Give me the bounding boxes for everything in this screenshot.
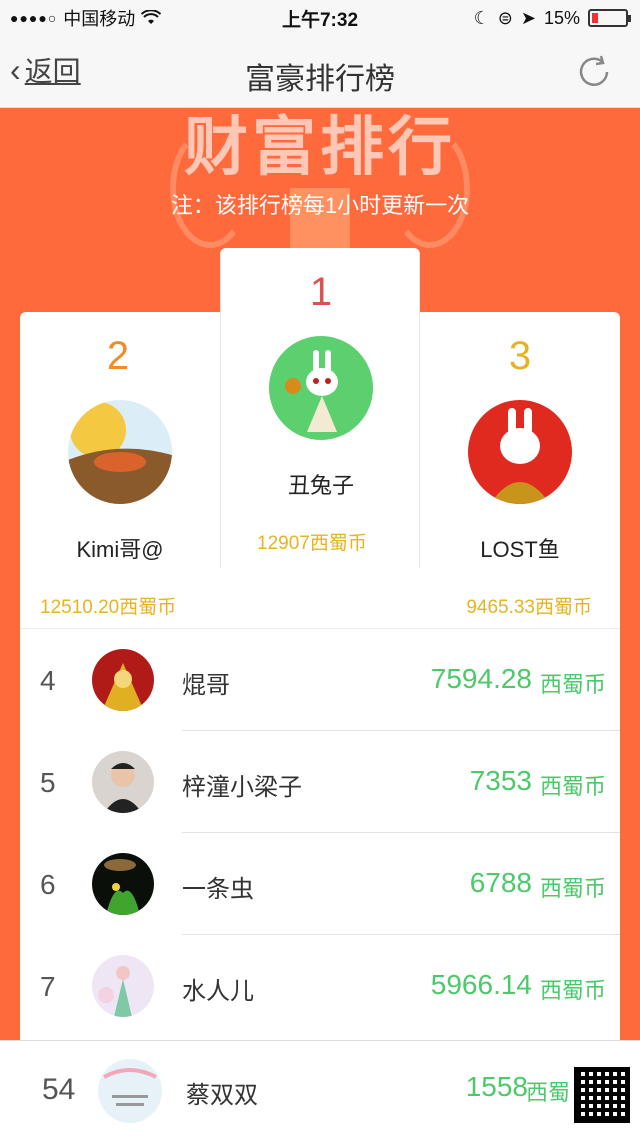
list-item[interactable]: 5 梓潼小梁子 7353 西蜀币 <box>20 731 620 833</box>
ranking-list: 4 焜哥 7594.28 西蜀币 5 梓潼小梁子 7353 西蜀币 6 一条虫 … <box>20 628 620 1048</box>
avatar <box>92 955 154 1017</box>
rank-1-number: 1 <box>309 270 333 314</box>
rotation-lock-icon: ⊜ <box>497 7 513 28</box>
name-rank-3: LOST鱼 <box>480 537 560 562</box>
qr-code-icon <box>574 1067 630 1123</box>
coins-rank-3: 9465.33西蜀币 <box>466 597 592 618</box>
avatar <box>92 751 154 813</box>
rank-number: 5 <box>40 767 56 798</box>
coin-currency: 西蜀币 <box>539 672 606 697</box>
avatar-rank-1[interactable] <box>269 336 373 440</box>
list-item[interactable]: 7 水人儿 5966.14 西蜀币 <box>20 935 620 1037</box>
avatar <box>92 853 154 915</box>
rank-2-number: 2 <box>106 334 130 378</box>
user-name: 水人儿 <box>182 978 254 1005</box>
coin-currency: 西蜀币 <box>539 774 606 799</box>
page-title: 富豪排行榜 <box>245 63 395 96</box>
user-name: 梓潼小梁子 <box>182 774 302 801</box>
coin-currency: 西蜀币 <box>539 876 606 901</box>
nav-bar: ‹ 返回 富豪排行榜 <box>0 36 640 108</box>
status-bar: ●●●●○ 中国移动 上午7:32 ☾ ⊜ ➤ 15% <box>0 0 640 36</box>
coin-value: 7353 <box>469 765 532 796</box>
coin-value: 7594.28 <box>430 663 532 694</box>
list-item[interactable]: 4 焜哥 7594.28 西蜀币 <box>20 629 620 731</box>
name-rank-1: 丑兔子 <box>287 473 354 498</box>
avatar-rank-3[interactable] <box>468 400 572 504</box>
moon-icon: ☾ <box>473 7 490 28</box>
my-avatar <box>98 1059 162 1123</box>
coins-rank-1: 12907西蜀币 <box>257 533 367 554</box>
my-name: 蔡双双 <box>186 1082 258 1109</box>
my-coin-currency: 西蜀 <box>525 1080 570 1105</box>
battery-icon <box>588 9 631 27</box>
coin-value: 5966.14 <box>430 969 532 1000</box>
first-place-card: 1 丑兔子 12907西蜀币 <box>220 248 420 568</box>
coins-rank-2: 12510.20西蜀币 <box>40 597 177 618</box>
list-item[interactable]: 6 一条虫 6788 西蜀币 <box>20 833 620 935</box>
rank-number: 4 <box>40 665 56 696</box>
avatar-rank-2[interactable] <box>68 400 172 504</box>
refresh-icon[interactable] <box>574 52 614 92</box>
rank-3-number: 3 <box>508 334 532 378</box>
rank-number: 6 <box>40 869 56 900</box>
location-icon: ➤ <box>520 7 536 28</box>
user-name: 焜哥 <box>182 672 230 699</box>
battery-percent: 15% <box>543 7 580 28</box>
my-rank-number: 54 <box>42 1073 76 1106</box>
user-name: 一条虫 <box>182 876 254 903</box>
coin-currency: 西蜀币 <box>539 978 606 1003</box>
my-coin-value: 1558 <box>465 1071 528 1102</box>
rank-number: 7 <box>40 971 56 1002</box>
coin-value: 6788 <box>469 867 532 898</box>
banner-title: 财富排行 <box>184 111 456 183</box>
avatar <box>92 649 154 711</box>
my-rank-bar[interactable]: 54 蔡双双 1558 西蜀 <box>0 1040 640 1138</box>
name-rank-2: Kimi哥@ <box>76 537 164 562</box>
update-notice: 注：该排行榜每1小时更新一次 <box>170 193 470 218</box>
